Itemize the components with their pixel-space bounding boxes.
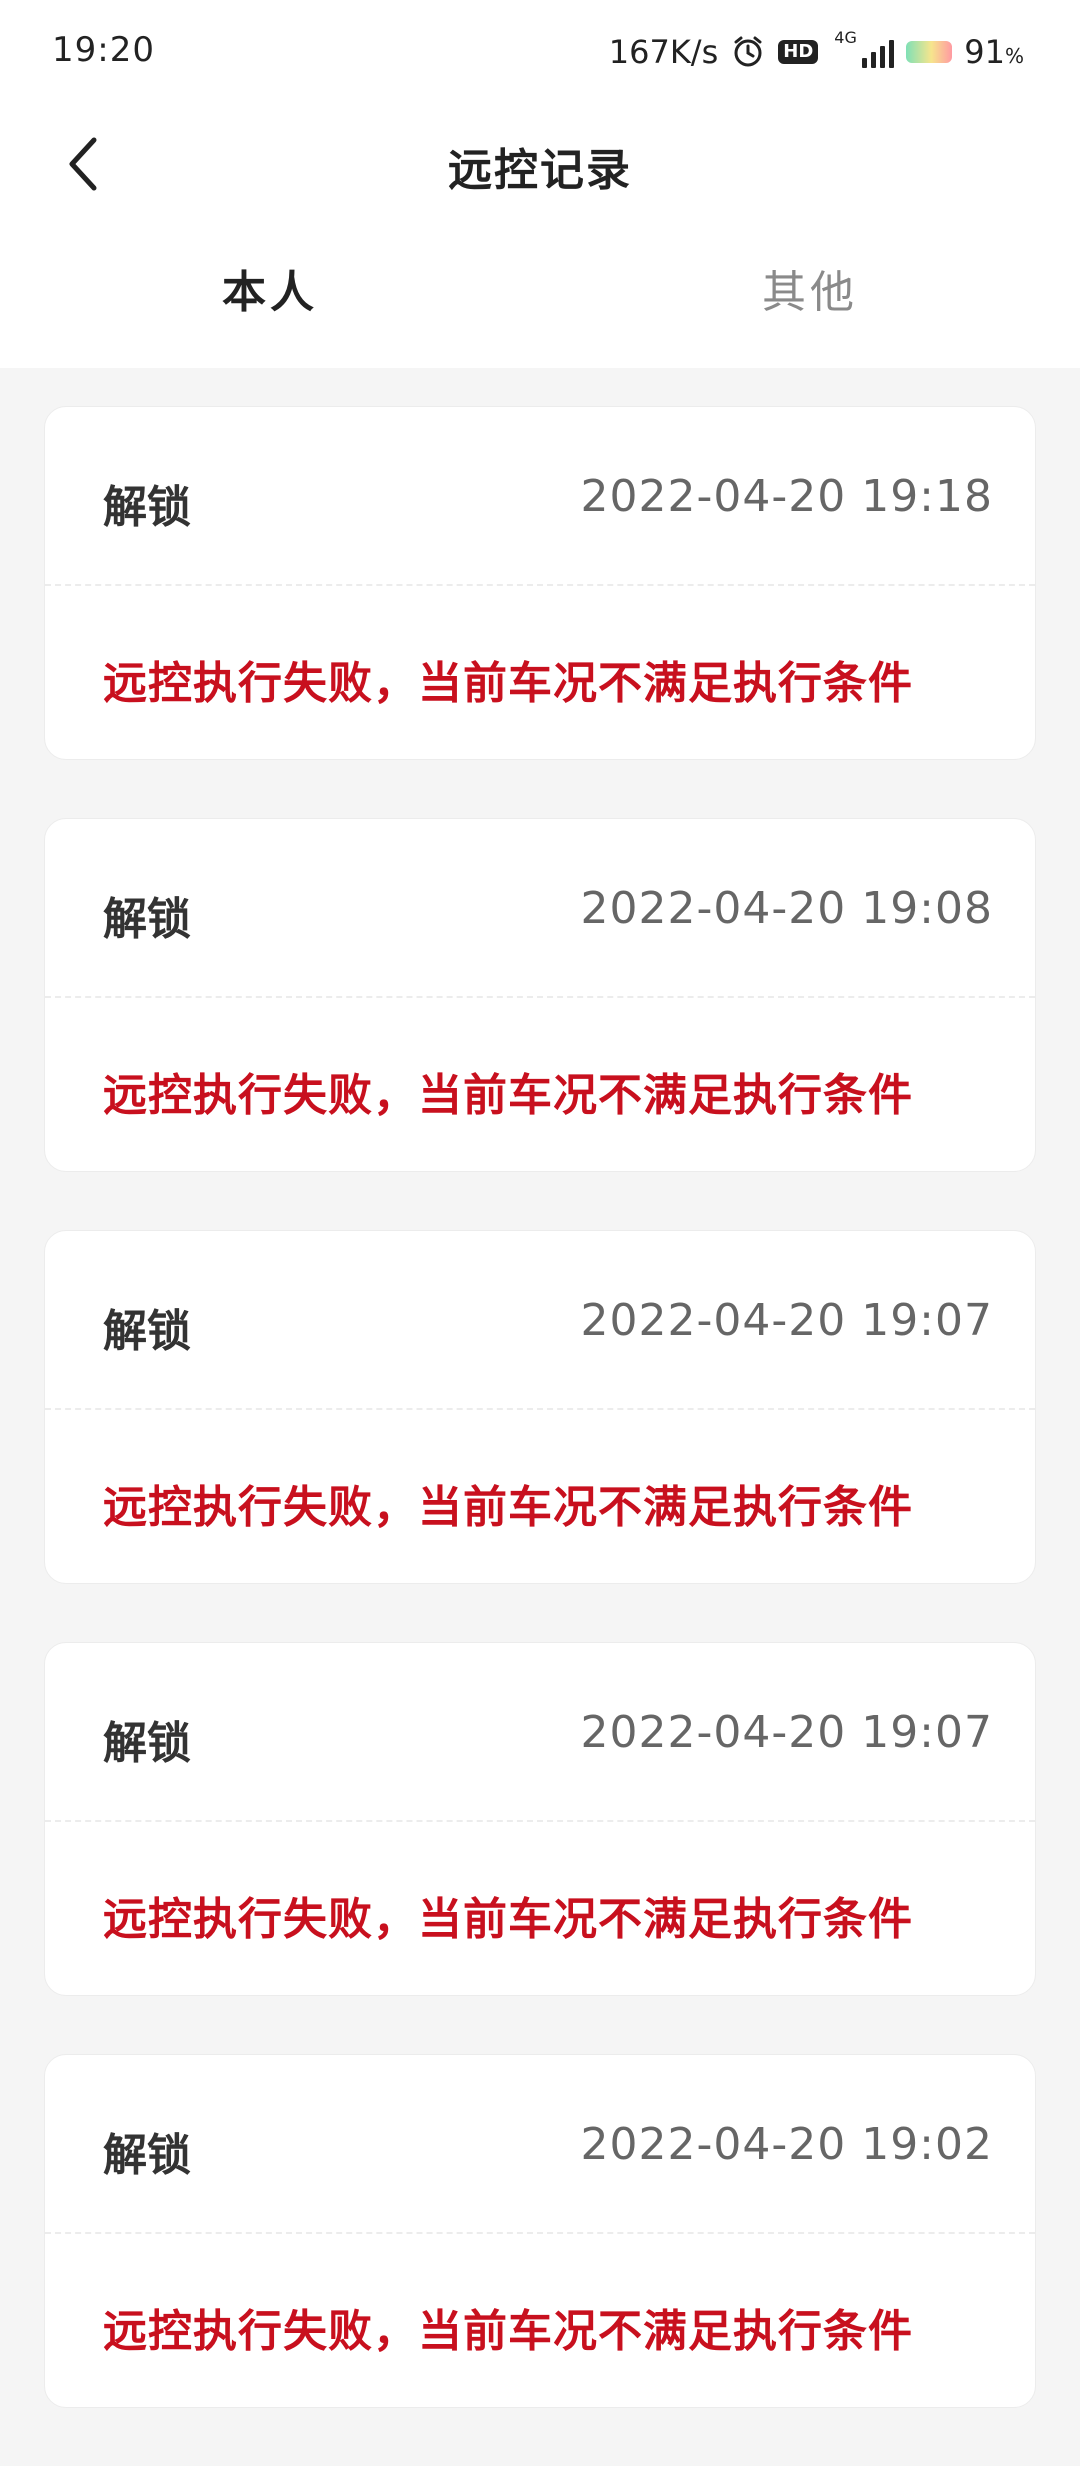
page-title: 远控记录 bbox=[448, 145, 632, 196]
record-result: 远控执行失败，当前车况不满足执行条件 bbox=[103, 1482, 913, 1533]
app-header-area: 19:20 167K/s HD 4G 91% 远控记录 本人 其他 bbox=[0, 0, 1080, 368]
record-card[interactable]: 解锁 2022-04-20 19:07 远控执行失败，当前车况不满足执行条件 bbox=[44, 1642, 1036, 1996]
record-list: 解锁 2022-04-20 19:18 远控执行失败，当前车况不满足执行条件 解… bbox=[44, 406, 1036, 2466]
tab-self[interactable]: 本人 bbox=[0, 256, 540, 320]
hd-badge: HD bbox=[778, 40, 819, 64]
divider bbox=[45, 2232, 1035, 2234]
record-time: 2022-04-20 19:07 bbox=[580, 1295, 993, 1346]
alarm-clock-icon bbox=[730, 34, 766, 70]
status-icons: 167K/s HD 4G 91% bbox=[609, 28, 1024, 76]
divider bbox=[45, 1820, 1035, 1822]
record-card[interactable]: 解锁 2022-04-20 19:07 远控执行失败，当前车况不满足执行条件 bbox=[44, 1230, 1036, 1584]
tab-others[interactable]: 其他 bbox=[540, 256, 1080, 320]
record-card[interactable]: 解锁 2022-04-20 19:02 远控执行失败，当前车况不满足执行条件 bbox=[44, 2054, 1036, 2408]
battery-icon bbox=[906, 41, 953, 63]
record-action: 解锁 bbox=[103, 1718, 191, 1769]
divider bbox=[45, 584, 1035, 586]
divider bbox=[45, 996, 1035, 998]
record-time: 2022-04-20 19:02 bbox=[580, 2119, 993, 2170]
nav-bar: 远控记录 bbox=[0, 104, 1080, 224]
record-result: 远控执行失败，当前车况不满足执行条件 bbox=[103, 1070, 913, 1121]
record-action: 解锁 bbox=[103, 1306, 191, 1357]
record-result: 远控执行失败，当前车况不满足执行条件 bbox=[103, 2306, 913, 2357]
record-time: 2022-04-20 19:18 bbox=[580, 471, 993, 522]
record-time: 2022-04-20 19:08 bbox=[580, 883, 993, 934]
tab-bar: 本人 其他 bbox=[0, 256, 1080, 336]
battery-percent: 91% bbox=[964, 33, 1024, 71]
record-result: 远控执行失败，当前车况不满足执行条件 bbox=[103, 658, 913, 709]
record-card[interactable]: 解锁 2022-04-20 19:18 远控执行失败，当前车况不满足执行条件 bbox=[44, 406, 1036, 760]
record-action: 解锁 bbox=[103, 2130, 191, 2181]
record-action: 解锁 bbox=[103, 894, 191, 945]
divider bbox=[45, 1408, 1035, 1410]
network-speed: 167K/s bbox=[608, 33, 719, 71]
record-time: 2022-04-20 19:07 bbox=[580, 1707, 993, 1758]
record-action: 解锁 bbox=[103, 482, 191, 533]
network-type: 4G bbox=[834, 28, 857, 47]
signal-bars-icon: 4G bbox=[830, 28, 895, 72]
status-bar: 19:20 167K/s HD 4G 91% bbox=[0, 0, 1080, 104]
record-card[interactable]: 解锁 2022-04-20 19:08 远控执行失败，当前车况不满足执行条件 bbox=[44, 818, 1036, 1172]
record-result: 远控执行失败，当前车况不满足执行条件 bbox=[103, 1894, 913, 1945]
status-time: 19:20 bbox=[52, 30, 155, 70]
